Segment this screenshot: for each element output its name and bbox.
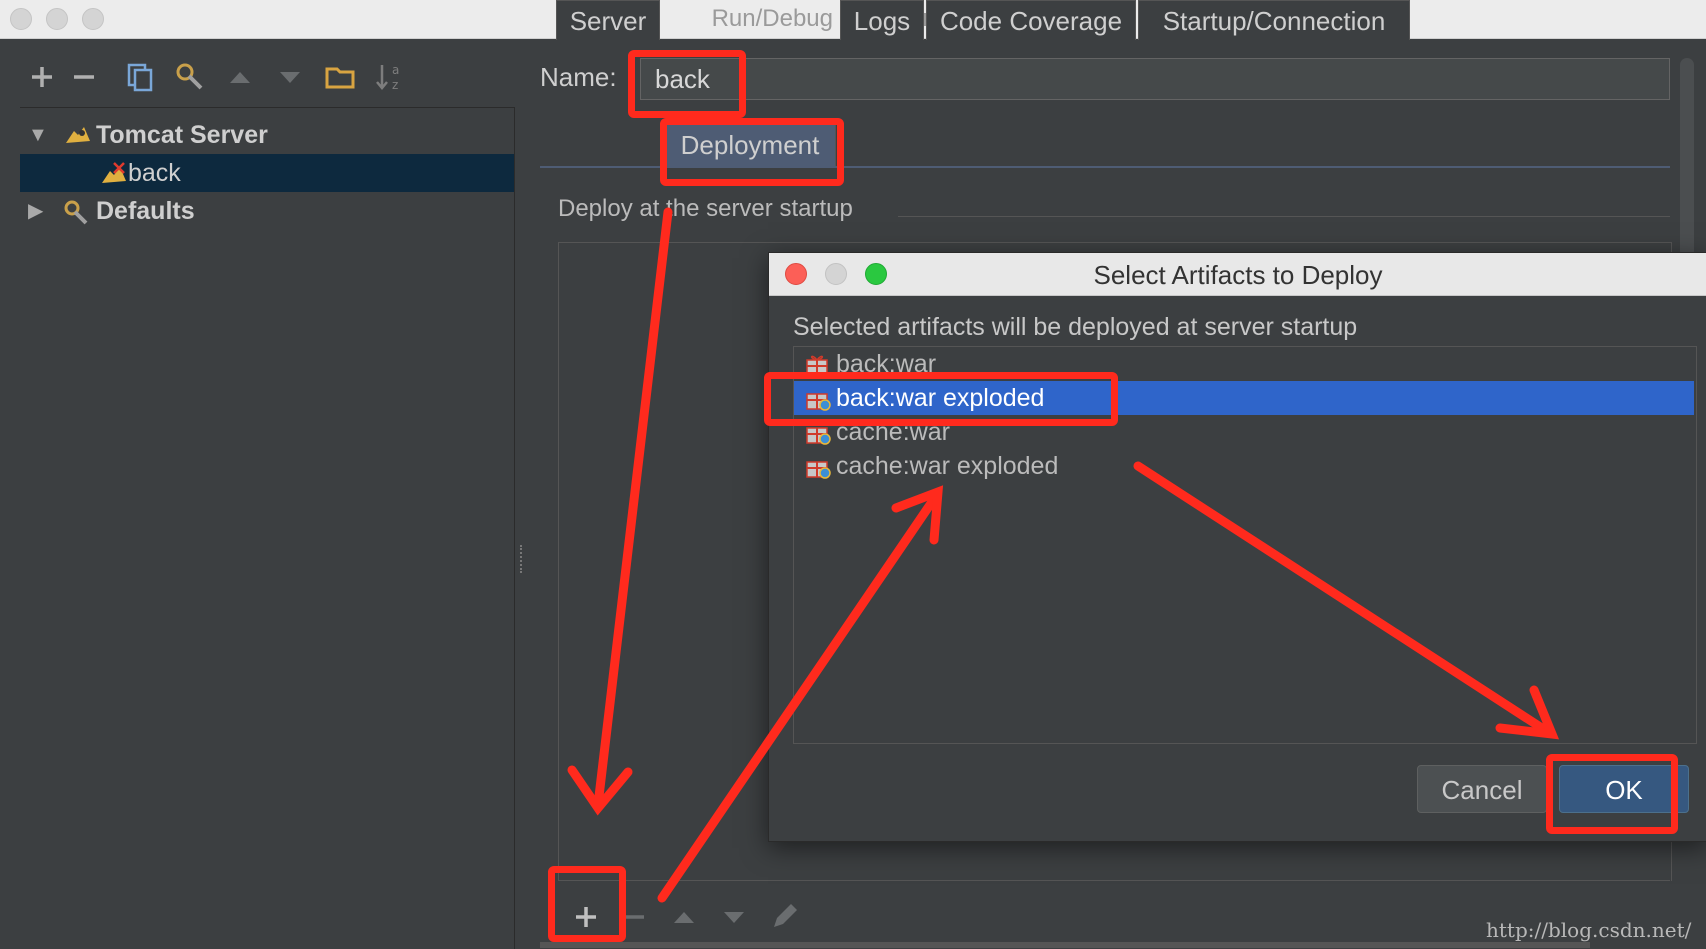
svg-text:z: z: [392, 78, 398, 92]
copy-icon[interactable]: [122, 59, 158, 95]
move-up-icon[interactable]: [666, 899, 702, 935]
annotation-highlight-artifact: [764, 372, 1118, 426]
annotation-highlight-name: [628, 50, 746, 118]
tab-server[interactable]: Server: [556, 0, 660, 40]
panel-splitter[interactable]: [520, 545, 526, 573]
tab-startup-connection[interactable]: Startup/Connection: [1138, 0, 1410, 40]
wrench-icon[interactable]: [172, 59, 208, 95]
name-label: Name:: [540, 62, 617, 92]
tree-item-defaults[interactable]: ▶ Defaults: [20, 192, 514, 230]
artifact-exploded-icon: [804, 453, 832, 479]
move-up-icon[interactable]: [222, 59, 258, 95]
svg-text:a: a: [392, 63, 399, 77]
defaults-icon: [62, 198, 90, 236]
move-down-icon[interactable]: [716, 899, 752, 935]
artifact-label: cache:war exploded: [836, 452, 1059, 480]
annotation-highlight-add: [548, 866, 626, 942]
dialog-titlebar: Select Artifacts to Deploy: [769, 253, 1706, 296]
tree-item-label: Defaults: [96, 197, 195, 225]
deploy-section-label: Deploy at the server startup: [558, 195, 853, 222]
remove-icon[interactable]: [66, 59, 102, 95]
tree-item-tomcat-server[interactable]: ▼ Tomcat Server: [20, 116, 514, 154]
sort-alpha-icon[interactable]: az: [372, 59, 408, 95]
edit-icon[interactable]: [766, 899, 802, 935]
scrollbar[interactable]: [1680, 58, 1694, 258]
configurations-panel: az ▼ Tomcat Server back ▶ Defaults: [0, 39, 518, 949]
watermark: http://blog.csdn.net/: [1486, 918, 1692, 942]
dialog-title: Select Artifacts to Deploy: [1093, 260, 1383, 290]
tab-code-coverage[interactable]: Code Coverage: [926, 0, 1136, 40]
tab-logs[interactable]: Logs: [840, 0, 924, 40]
list-item[interactable]: cache:war exploded: [794, 449, 1694, 483]
dialog-description: Selected artifacts will be deployed at s…: [793, 313, 1358, 341]
cancel-button[interactable]: Cancel: [1417, 765, 1547, 813]
annotation-highlight-deployment-tab: [660, 118, 844, 186]
folder-icon[interactable]: [322, 59, 358, 95]
tree-item-label: Tomcat Server: [96, 121, 268, 149]
section-divider: [898, 216, 1670, 217]
move-down-icon[interactable]: [272, 59, 308, 95]
horizontal-scrollbar[interactable]: [540, 942, 1590, 948]
name-field[interactable]: back: [640, 58, 1670, 100]
tree-item-label: back: [128, 159, 181, 187]
annotation-highlight-ok: [1546, 754, 1678, 834]
collapse-arrow-icon[interactable]: ▶: [28, 192, 43, 230]
configuration-tree: ▼ Tomcat Server back ▶ Defaults: [20, 107, 515, 949]
add-icon[interactable]: [24, 59, 60, 95]
expand-arrow-icon[interactable]: ▼: [28, 116, 48, 154]
tree-item-back[interactable]: back: [20, 154, 514, 192]
